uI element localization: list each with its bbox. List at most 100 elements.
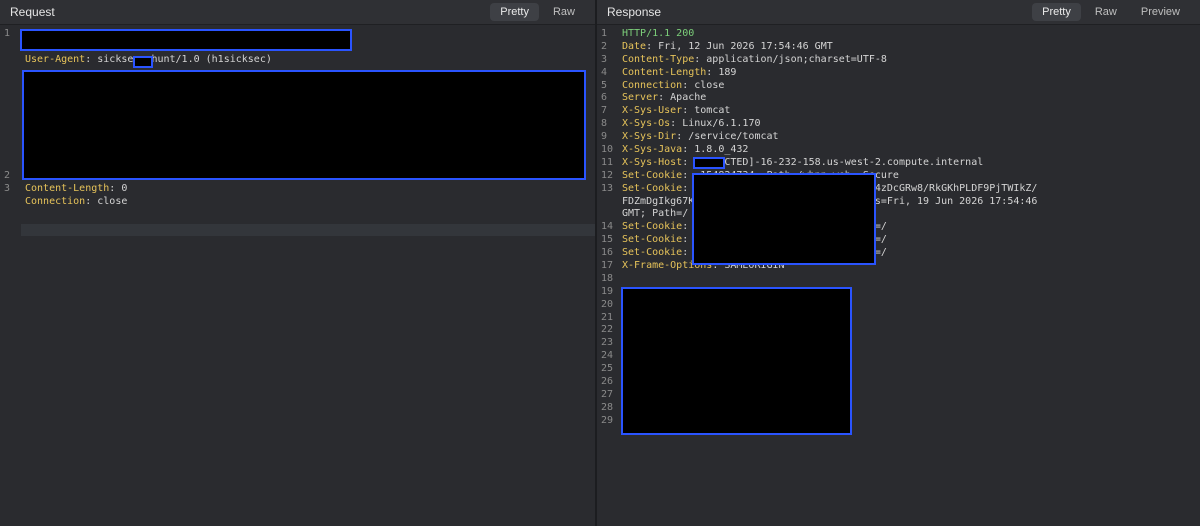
response-tab-pretty[interactable]: Pretty [1032,3,1081,21]
response-title: Response [607,5,662,19]
header-key: X-Sys-Java [622,144,683,156]
header-key: Content-Length [25,182,110,194]
line-text: Connection: close [22,196,127,209]
header-key: X-Sys-Host [622,156,683,168]
header-key: Set-Cookie [622,169,683,181]
response-line: 16Set-Cookie: 19 Jun 2026 17:54:46 GMT; … [597,247,1200,260]
request-line: 3 Content-Length: 0 [0,183,595,196]
response-line: 5 Connection: close [597,80,1200,93]
header-key: X-Sys-Os [622,118,671,130]
response-line: 8 X-Sys-Os: Linux/6.1.170 [597,118,1200,131]
response-line: 11 X-Sys-Host: [REDACTED]-16-232-158.us-w… [597,157,1200,170]
request-line: User-Agent: sicksec -hunt/1.0 (h1sicksec… [0,54,595,67]
header-key: Set-Cookie [622,234,683,246]
request-title: Request [10,5,55,19]
line-number: 18 [601,272,614,284]
header-key: Set-Cookie [622,182,683,194]
line-number: 27 [601,388,614,400]
request-tab-raw[interactable]: Raw [543,3,585,21]
response-line: 13Set-Cookie: /BLVLktihi12biNpMJbFReAYAr… [597,183,1200,196]
line-number: 6 [601,92,608,104]
header-key: X-Sys-Dir [622,131,677,143]
response-tab-raw[interactable]: Raw [1085,3,1127,21]
line-text: Connection: close [619,80,724,93]
line-number: 22 [601,324,614,336]
line-number: 14 [601,221,614,233]
redaction-box-user-agent [133,56,153,68]
line-number [597,196,619,209]
line-number: 12 [601,169,614,181]
header-value: : 189 [706,66,737,78]
response-line: 18 [597,273,1200,286]
header-key: X-Sys-User [622,105,683,117]
header-value: : close [682,79,725,91]
http-viewer: Request Pretty Raw 1 User-Agent: sicksec… [0,0,1200,526]
response-tabs: Pretty Raw Preview [1032,3,1190,21]
line-text: Server: Apache [619,92,706,105]
line-number: 20 [601,298,614,310]
line-number: 2 [4,169,11,181]
header-key: Set-Cookie [622,221,683,233]
line-number: 17 [601,260,614,272]
line-text: Content-Length: 189 [619,67,736,80]
line-text: Date: Fri, 12 Jun 2026 17:54:46 GMT [619,41,833,54]
header-value: : /service/tomcat [676,131,779,143]
header-value: : Apache [658,92,707,104]
redaction-box-request-body [22,70,586,180]
response-line: 17 X-Frame-Options: SAMEORIGIN [597,260,1200,273]
line-number: 1 [601,28,608,39]
header-key: Content-Length [622,66,707,78]
line-number: 28 [601,401,614,413]
header-key: Connection [25,195,86,207]
header-value: : 0 [109,182,128,194]
line-number [0,196,22,209]
line-number: 25 [601,363,614,375]
redaction-box-response-body [621,287,852,435]
line-number: 9 [601,131,608,143]
response-line: 14Set-Cookie: 19 Jun 2026 17:54:46 GMT; … [597,221,1200,234]
response-line: FDZmDgIkg67K a7P0CNJLA/4auQ/xeS30=; Expi… [597,196,1200,209]
redaction-box-host [20,29,352,51]
response-line: 1 HTTP/1.1 200 [597,28,1200,41]
response-header: Response Pretty Raw Preview [597,0,1200,25]
line-number: 7 [601,105,608,117]
line-number: 1 [4,28,11,39]
line-number: 26 [601,376,614,388]
line-number: 2 [601,40,608,52]
line-number [597,208,619,221]
response-line: 15Set-Cookie: 19 Jun 2026 17:54:46 GMT; … [597,234,1200,247]
header-value: : Fri, 12 Jun 2026 17:54:46 GMT [646,40,833,52]
response-line: 7 X-Sys-User: tomcat [597,105,1200,118]
line-text: X-Sys-Java: 1.8.0_432 [619,144,748,157]
header-value: : sicksec -hunt/1.0 (h1sicksec) [85,53,272,65]
line-text: Content-Length: 0 [22,183,127,196]
response-line: 2 Date: Fri, 12 Jun 2026 17:54:46 GMT [597,41,1200,54]
line-number: 5 [601,79,608,91]
response-line: GMT; Path=/ [597,208,1200,221]
line-number: 15 [601,234,614,246]
header-value: : [REDACTED]-16-232-158.us-west-2.comput… [682,156,984,168]
header-value: : 1.8.0_432 [682,144,749,156]
status-line: HTTP/1.1 200 [622,28,695,39]
response-line: 12Set-Cookie: :154824734; Path=/wbpp-web… [597,170,1200,183]
header-key: Date [622,40,647,52]
header-key: Set-Cookie [622,247,683,259]
header-value: : close [85,195,128,207]
request-tab-pretty[interactable]: Pretty [490,3,539,21]
line-number: 3 [601,53,608,65]
header-value: : Linux/6.1.170 [670,118,761,130]
response-line: 6 Server: Apache [597,92,1200,105]
line-number [0,54,22,67]
response-tab-preview[interactable]: Preview [1131,3,1190,21]
line-number: 11 [601,156,614,168]
header-key: Server [622,92,659,104]
redaction-box-cookies [692,173,876,265]
header-key: User-Agent [25,53,86,65]
request-header: Request Pretty Raw [0,0,595,25]
header-key: Content-Type [622,53,695,65]
line-number: 8 [601,118,608,130]
line-number: 4 [601,66,608,78]
line-text: HTTP/1.1 200 [619,28,694,41]
request-tabs: Pretty Raw [490,3,585,21]
line-text [619,273,622,286]
